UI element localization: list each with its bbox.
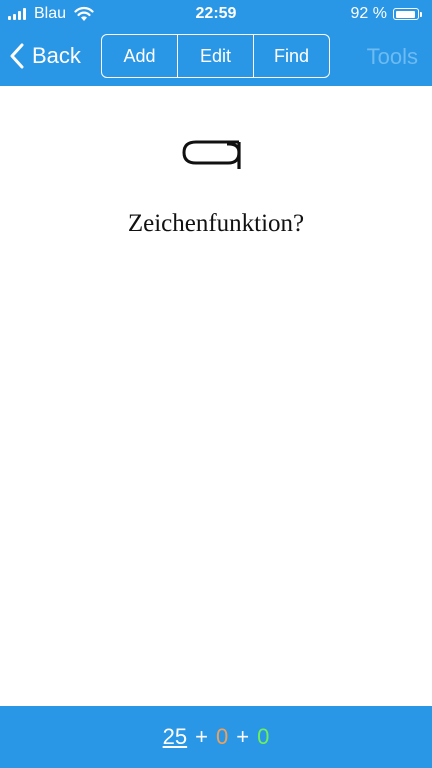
question-prompt: Zeichenfunktion?	[127, 210, 305, 237]
back-button[interactable]: Back	[10, 40, 81, 72]
battery-fill	[395, 10, 415, 18]
edit-button[interactable]: Edit	[177, 35, 253, 77]
status-bar: Blau 22:59 92 %	[0, 0, 432, 28]
find-button[interactable]: Find	[253, 35, 329, 77]
segmented-control: Add Edit Find	[101, 34, 330, 78]
plus-sign: +	[195, 724, 208, 749]
navigation-bar: Back Add Edit Find Tools	[0, 28, 432, 86]
status-right: 92 %	[351, 4, 422, 24]
flashcard: Zeichenfunktion?	[0, 86, 432, 706]
chevron-left-icon	[10, 43, 24, 69]
plus-sign: +	[236, 724, 250, 749]
green-count: 0	[257, 724, 270, 749]
battery-cap	[420, 11, 422, 17]
battery-percent: 92 %	[350, 5, 387, 22]
top-bar: Blau 22:59 92 % Back Add Edit Find Tools	[0, 0, 432, 86]
add-button[interactable]: Add	[102, 35, 177, 77]
back-label: Back	[32, 43, 81, 68]
battery-icon	[393, 8, 419, 20]
orange-count: 0	[215, 724, 229, 749]
tools-button[interactable]: Tools	[367, 44, 418, 70]
score-bar: 25 + 0 + 0	[0, 706, 432, 768]
hieroglyph-icon	[182, 140, 241, 169]
total-count[interactable]: 25	[163, 724, 187, 750]
